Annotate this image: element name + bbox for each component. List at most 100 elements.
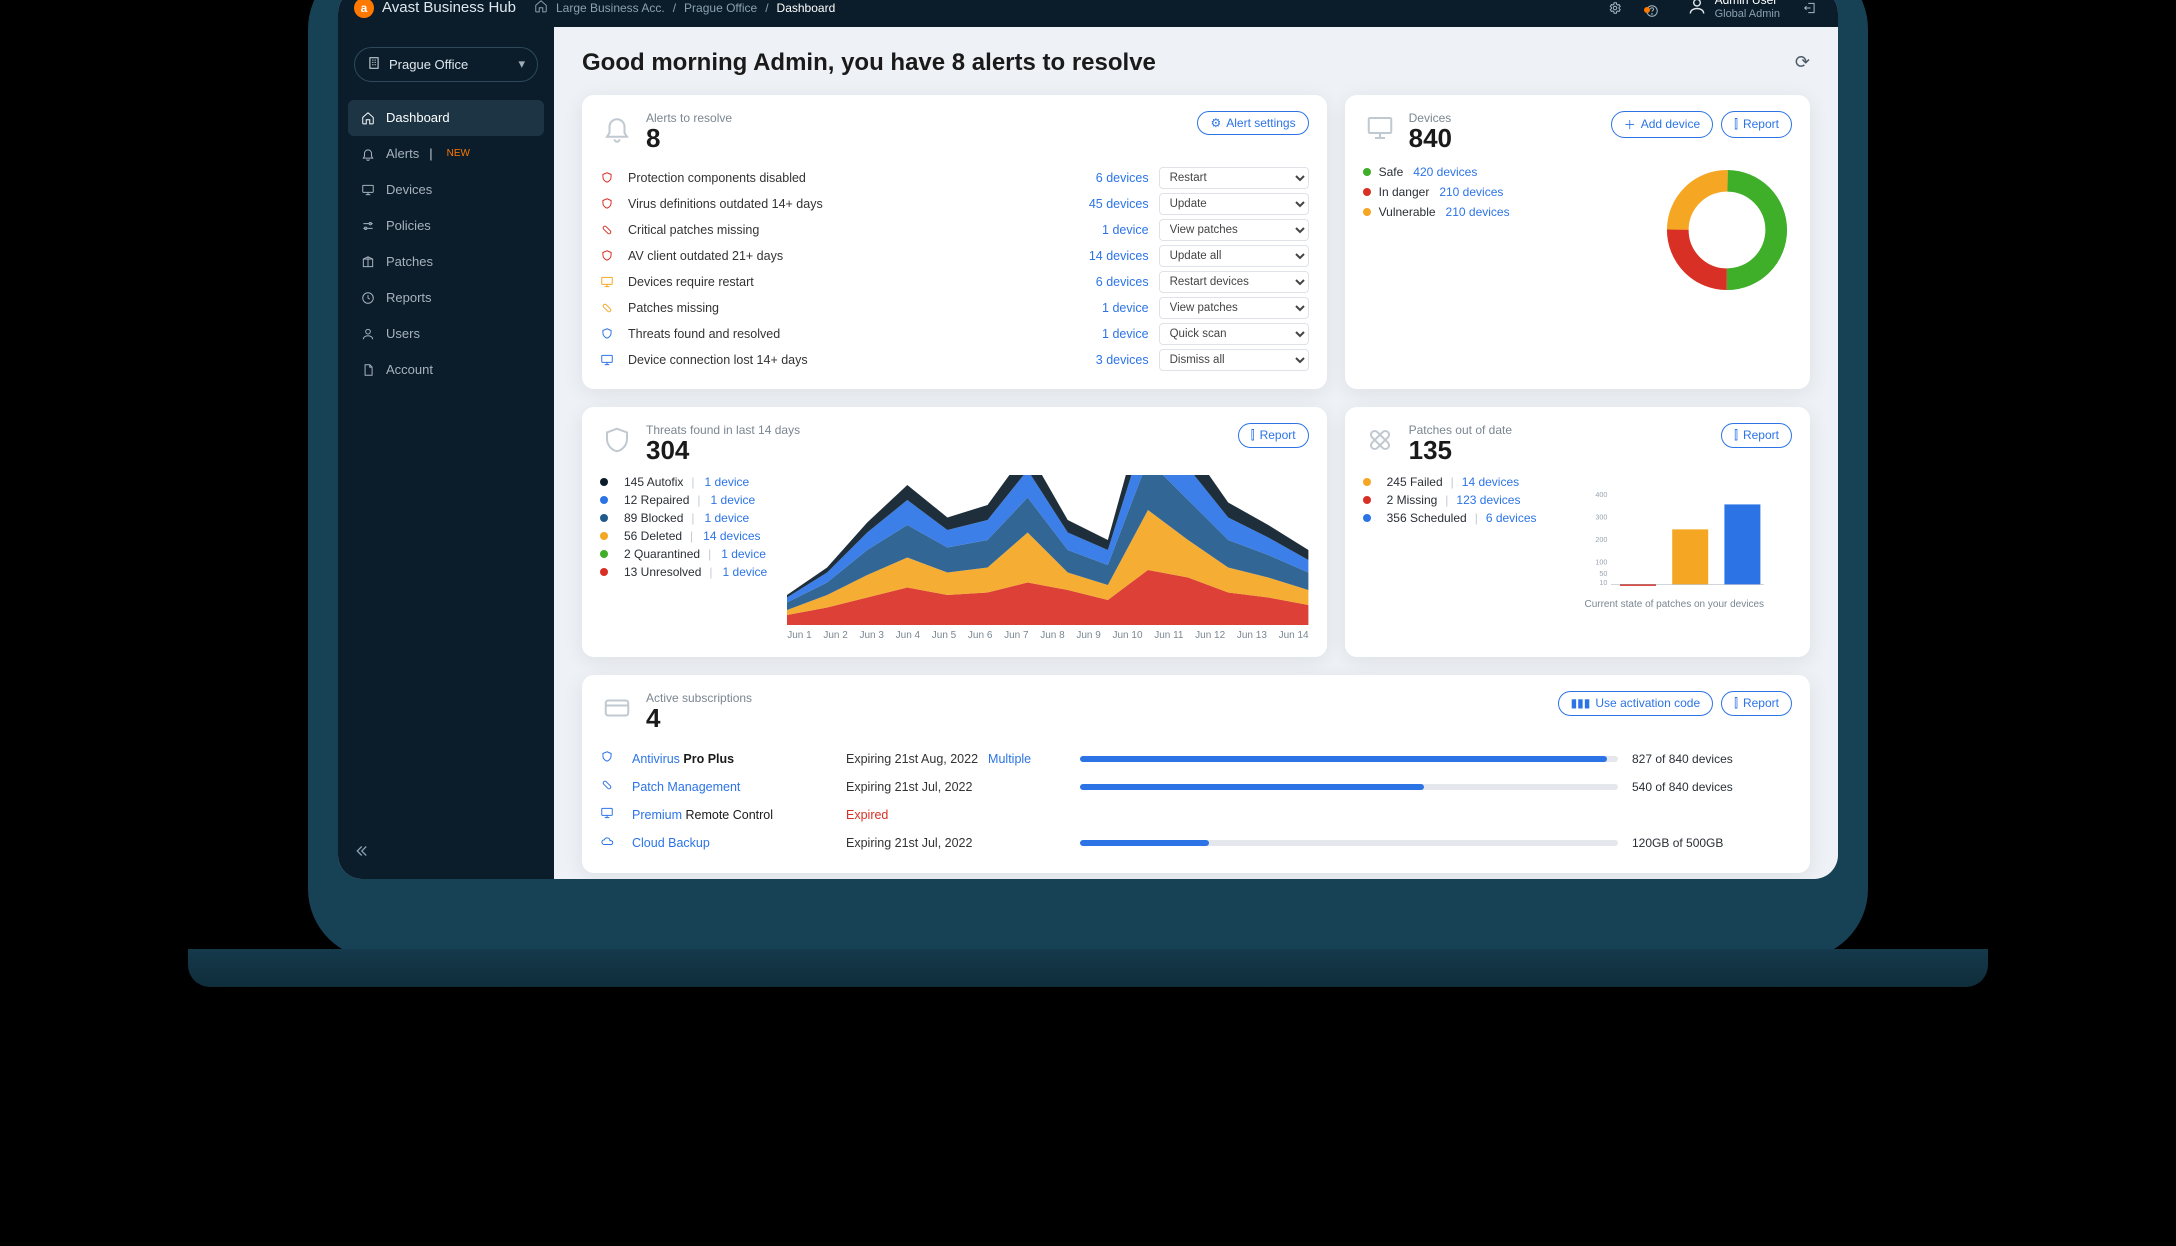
- alert-devices-link[interactable]: 6 devices: [1059, 171, 1149, 185]
- alert-devices-link[interactable]: 1 device: [1059, 327, 1149, 341]
- multiple-link[interactable]: Multiple: [988, 752, 1031, 766]
- laptop-base: [188, 949, 1988, 987]
- patches-report-button[interactable]: ⫿Report: [1721, 423, 1792, 448]
- sidebar-item-alerts[interactable]: Alerts|NEW: [348, 136, 544, 172]
- content: Good morning Admin, you have 8 alerts to…: [554, 27, 1838, 879]
- x-tick: Jun 10: [1112, 630, 1142, 641]
- brand[interactable]: a Avast Business Hub: [354, 0, 516, 18]
- alert-devices-link[interactable]: 6 devices: [1059, 275, 1149, 289]
- legend-count-link[interactable]: 420 devices: [1413, 165, 1477, 179]
- subscription-name-link[interactable]: Premium Remote Control: [632, 808, 832, 822]
- alert-devices-link[interactable]: 1 device: [1059, 223, 1149, 237]
- plus-icon: ＋: [1624, 116, 1636, 133]
- legend-devices-link[interactable]: 14 devices: [703, 529, 760, 543]
- sidebar-item-label: Reports: [386, 290, 432, 305]
- x-tick: Jun 2: [823, 630, 847, 641]
- legend-value: 56 Deleted: [624, 529, 682, 543]
- svg-text:300: 300: [1596, 512, 1608, 521]
- alert-action-select[interactable]: Restart: [1159, 167, 1309, 189]
- add-device-button[interactable]: ＋Add device: [1611, 111, 1713, 138]
- svg-text:50: 50: [1600, 568, 1608, 577]
- help-icon[interactable]: [1645, 4, 1653, 12]
- legend-dot: [1363, 188, 1371, 196]
- legend-devices-link[interactable]: 14 devices: [1462, 475, 1519, 489]
- threats-legend-row: 145 Autofix|1 device: [600, 475, 767, 489]
- threats-legend-row: 89 Blocked|1 device: [600, 511, 767, 525]
- brand-name: Avast Business Hub: [382, 0, 516, 16]
- user-menu[interactable]: Admin User Global Admin: [1687, 0, 1780, 21]
- alert-action-select[interactable]: View patches: [1159, 219, 1309, 241]
- usage-bar: [1080, 784, 1618, 790]
- subscription-name-link[interactable]: Antivirus Pro Plus: [632, 752, 832, 766]
- legend-devices-link[interactable]: 6 devices: [1486, 511, 1537, 525]
- breadcrumb-item[interactable]: Large Business Acc.: [556, 1, 665, 15]
- threats-area-chart: Jun 1Jun 2Jun 3Jun 4Jun 5Jun 6Jun 7Jun 8…: [787, 475, 1308, 641]
- legend-dot: [1363, 208, 1371, 216]
- sidebar-item-users[interactable]: Users: [348, 316, 544, 352]
- sidebar-item-dashboard[interactable]: Dashboard: [348, 100, 544, 136]
- legend-dot: [600, 568, 608, 576]
- devices-count: 840: [1409, 125, 1452, 151]
- devices-card: Devices 840 ＋Add device ⫿Report Safe420 …: [1345, 95, 1810, 389]
- x-tick: Jun 3: [860, 630, 884, 641]
- sidebar-item-label: Alerts: [386, 146, 419, 161]
- legend-count-link[interactable]: 210 devices: [1446, 205, 1510, 219]
- alert-action-select[interactable]: Dismiss all: [1159, 349, 1309, 371]
- legend-devices-link[interactable]: 1 device: [705, 511, 750, 525]
- sidebar-item-devices[interactable]: Devices: [348, 172, 544, 208]
- alert-devices-link[interactable]: 1 device: [1059, 301, 1149, 315]
- alert-action-select[interactable]: Update all: [1159, 245, 1309, 267]
- subscription-row: Premium Remote Control Expired: [600, 801, 1792, 829]
- patch-icon: [1363, 423, 1397, 457]
- shield-icon: [600, 750, 618, 767]
- legend-devices-link[interactable]: 1 device: [711, 493, 756, 507]
- legend-devices-link[interactable]: 123 devices: [1456, 493, 1520, 507]
- site-selector[interactable]: Prague Office ▾: [354, 47, 538, 82]
- alert-devices-link[interactable]: 3 devices: [1059, 353, 1149, 367]
- sidebar-item-policies[interactable]: Policies: [348, 208, 544, 244]
- subs-report-button[interactable]: ⫿Report: [1721, 691, 1792, 716]
- legend-dot: [600, 514, 608, 522]
- legend-devices-link[interactable]: 1 device: [705, 475, 750, 489]
- exit-icon[interactable]: [1798, 0, 1822, 20]
- alert-action-select[interactable]: Restart devices: [1159, 271, 1309, 293]
- sidebar-item-label: Patches: [386, 254, 433, 269]
- alert-settings-button[interactable]: ⚙Alert settings: [1197, 111, 1308, 135]
- home-icon[interactable]: [534, 0, 548, 16]
- monitor-icon: [360, 183, 376, 197]
- legend-devices-link[interactable]: 1 device: [721, 547, 766, 561]
- building-icon: [367, 56, 381, 73]
- activation-code-button[interactable]: ▮▮▮Use activation code: [1558, 691, 1714, 716]
- legend-dot: [600, 496, 608, 504]
- alert-action-select[interactable]: Quick scan: [1159, 323, 1309, 345]
- subscription-name-link[interactable]: Cloud Backup: [632, 836, 832, 850]
- subscription-name-link[interactable]: Patch Management: [632, 780, 832, 794]
- patch-icon: [600, 223, 614, 237]
- alert-devices-link[interactable]: 45 devices: [1059, 197, 1149, 211]
- legend-value: 2 Quarantined: [624, 547, 700, 561]
- shield-icon: [600, 327, 614, 341]
- alert-action-select[interactable]: Update: [1159, 193, 1309, 215]
- settings-icon[interactable]: [1603, 0, 1627, 20]
- breadcrumb-item[interactable]: Prague Office: [684, 1, 757, 15]
- alert-action-select[interactable]: View patches: [1159, 297, 1309, 319]
- collapse-sidebar-button[interactable]: [352, 842, 370, 865]
- devices-report-button[interactable]: ⫿Report: [1721, 111, 1792, 138]
- threats-report-button[interactable]: ⫿Report: [1238, 423, 1309, 448]
- new-badge: NEW: [447, 148, 470, 159]
- legend-devices-link[interactable]: 1 device: [723, 565, 768, 579]
- sidebar-item-patches[interactable]: Patches: [348, 244, 544, 280]
- bell-icon: [600, 111, 634, 145]
- sidebar-item-account[interactable]: Account: [348, 352, 544, 388]
- refresh-icon[interactable]: ⟳: [1795, 52, 1810, 73]
- alert-devices-link[interactable]: 14 devices: [1059, 249, 1149, 263]
- alert-name: Protection components disabled: [628, 171, 1049, 185]
- x-tick: Jun 7: [1004, 630, 1028, 641]
- sidebar-item-reports[interactable]: Reports: [348, 280, 544, 316]
- x-tick: Jun 5: [932, 630, 956, 641]
- laptop-frame: a Avast Business Hub Large Business Acc.…: [308, 0, 1868, 959]
- subs-title: Active subscriptions: [646, 691, 752, 705]
- legend-value: 89 Blocked: [624, 511, 683, 525]
- breadcrumb: Large Business Acc./ Prague Office/ Dash…: [534, 0, 835, 16]
- legend-count-link[interactable]: 210 devices: [1439, 185, 1503, 199]
